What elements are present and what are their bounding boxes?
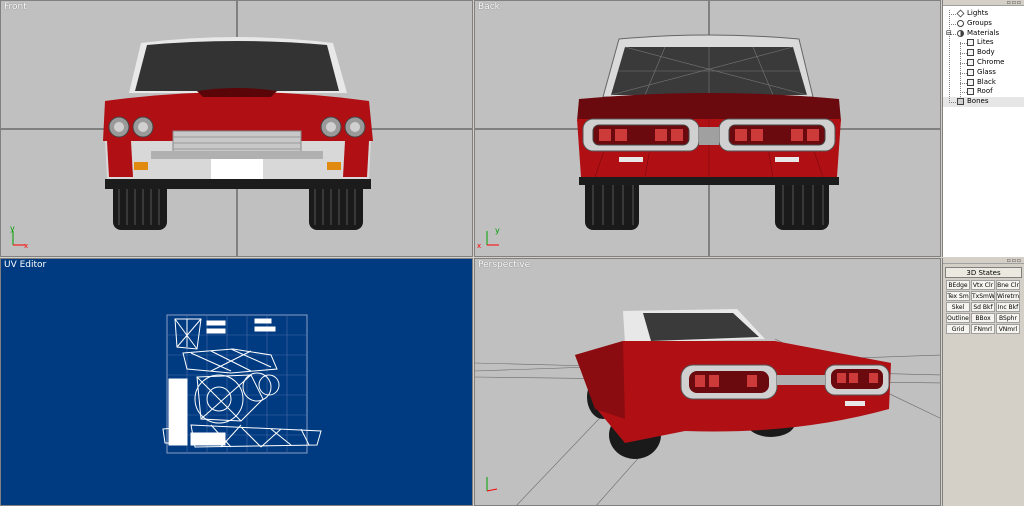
back-axis-x-label: x [477,242,481,250]
material-icon [967,88,974,96]
states-panel-grip[interactable]: ▫▫▫ [943,258,1024,264]
tree-item-label: Lights [967,9,989,17]
light-icon [956,9,965,18]
material-icon [967,58,974,66]
state-button-txsmwr[interactable]: TxSmWr [971,291,995,301]
perspective-car-render [475,309,940,505]
state-button-bsphr[interactable]: BSphr [996,313,1020,323]
front-viewport-title: Front [4,2,27,12]
state-button-skel[interactable]: Skel [946,302,970,312]
materials-icon [957,29,964,37]
tree-item-label: Bones [967,97,989,106]
tree-connector [949,23,956,25]
state-button-tex-sm[interactable]: Tex Sm [946,291,970,301]
tree-item-lights[interactable]: Lights [943,9,1024,19]
modeler-window: Front y x Back y x UV Editor Perspective… [0,0,1024,506]
front-car-render: y x [1,1,472,256]
state-button-bedge[interactable]: BEdge [946,280,970,290]
tree-item-glass[interactable]: Glass [943,68,1024,78]
tree-item-roof[interactable]: Roof [943,87,1024,97]
front-axis-y-label: y [10,224,15,233]
tree-item-body[interactable]: Body [943,48,1024,58]
state-button-wiretrne[interactable]: Wiretrne [996,291,1020,301]
tree-item-label: Black [977,77,996,86]
front-axis-x-label: x [24,242,28,250]
tree-connector [960,53,967,55]
tree-item-label: Groups [967,18,992,27]
scene-tree-panel: ▫▫▫ Lights Groups ⊟ Materials Lites Body Chrom… [942,0,1024,257]
uv-editor-title: UV Editor [4,260,47,270]
tree-connector [960,72,967,74]
back-car-render: y x [475,1,940,256]
tree-item-groups[interactable]: Groups [943,19,1024,29]
tree-connector [949,102,956,104]
state-button-vtx-clr[interactable]: Vtx Clr [971,280,995,290]
tree-connector [949,14,956,15]
tree-item-label: Glass [977,67,996,76]
tree-item-black[interactable]: Black [943,78,1024,88]
back-viewport[interactable]: Back y x [474,0,941,257]
tree-connector [960,82,967,84]
tree-trunk-line [949,10,950,103]
material-icon [967,78,974,86]
state-button-bne-clr[interactable]: Bne Clr [996,280,1020,290]
material-icon [967,39,974,47]
tree-branch-line [960,42,961,97]
tree-item-label: Roof [977,87,993,96]
tree-item-label: Body [977,48,995,57]
tree-item-label: Chrome [977,57,1005,66]
state-button-vnmrl[interactable]: VNmrl [996,324,1020,334]
states-title-button[interactable]: 3D States [945,267,1022,278]
state-button-fnmrl[interactable]: FNmrl [971,324,995,334]
front-viewport[interactable]: Front y x [0,0,473,257]
uv-editor-viewport[interactable]: UV Editor [0,258,473,506]
back-viewport-title: Back [478,2,500,12]
tree-connector [960,92,967,94]
state-button-bbox[interactable]: BBox [971,313,995,323]
perspective-viewport[interactable]: Perspective [474,258,941,506]
tree-connector [960,43,967,45]
states-panel-menu-icon[interactable]: ▫▫▫ [1007,258,1022,264]
back-axis-y-label: y [495,226,500,235]
material-icon [967,68,974,76]
states-panel: ▫▫▫ 3D States BEdge Vtx Clr Bne Clr Tex Sm T… [942,258,1024,506]
uv-layout [162,314,322,454]
scene-tree: Lights Groups ⊟ Materials Lites Body Chrome Gla… [943,6,1024,107]
tree-item-label: Materials [967,28,1000,37]
tree-item-materials[interactable]: ⊟ Materials [943,29,1024,39]
tree-item-bones[interactable]: Bones [943,97,1024,107]
states-button-grid: BEdgeVtx ClrBne ClrTex SmTxSmWrWiretrneS… [943,280,1024,334]
state-button-grid[interactable]: Grid [946,324,970,334]
state-button-outline[interactable]: Outline [946,313,970,323]
state-button-inc-bkf[interactable]: Inc Bkf [996,302,1020,312]
material-icon [967,49,974,57]
bones-icon [957,98,964,106]
group-icon [957,19,964,27]
tree-item-label: Lites [977,38,994,47]
tree-connector [960,62,967,64]
tree-item-chrome[interactable]: Chrome [943,58,1024,68]
state-button-sd-bkf[interactable]: Sd Bkf [971,302,995,312]
tree-item-lites[interactable]: Lites [943,38,1024,48]
perspective-viewport-title: Perspective [478,260,531,270]
